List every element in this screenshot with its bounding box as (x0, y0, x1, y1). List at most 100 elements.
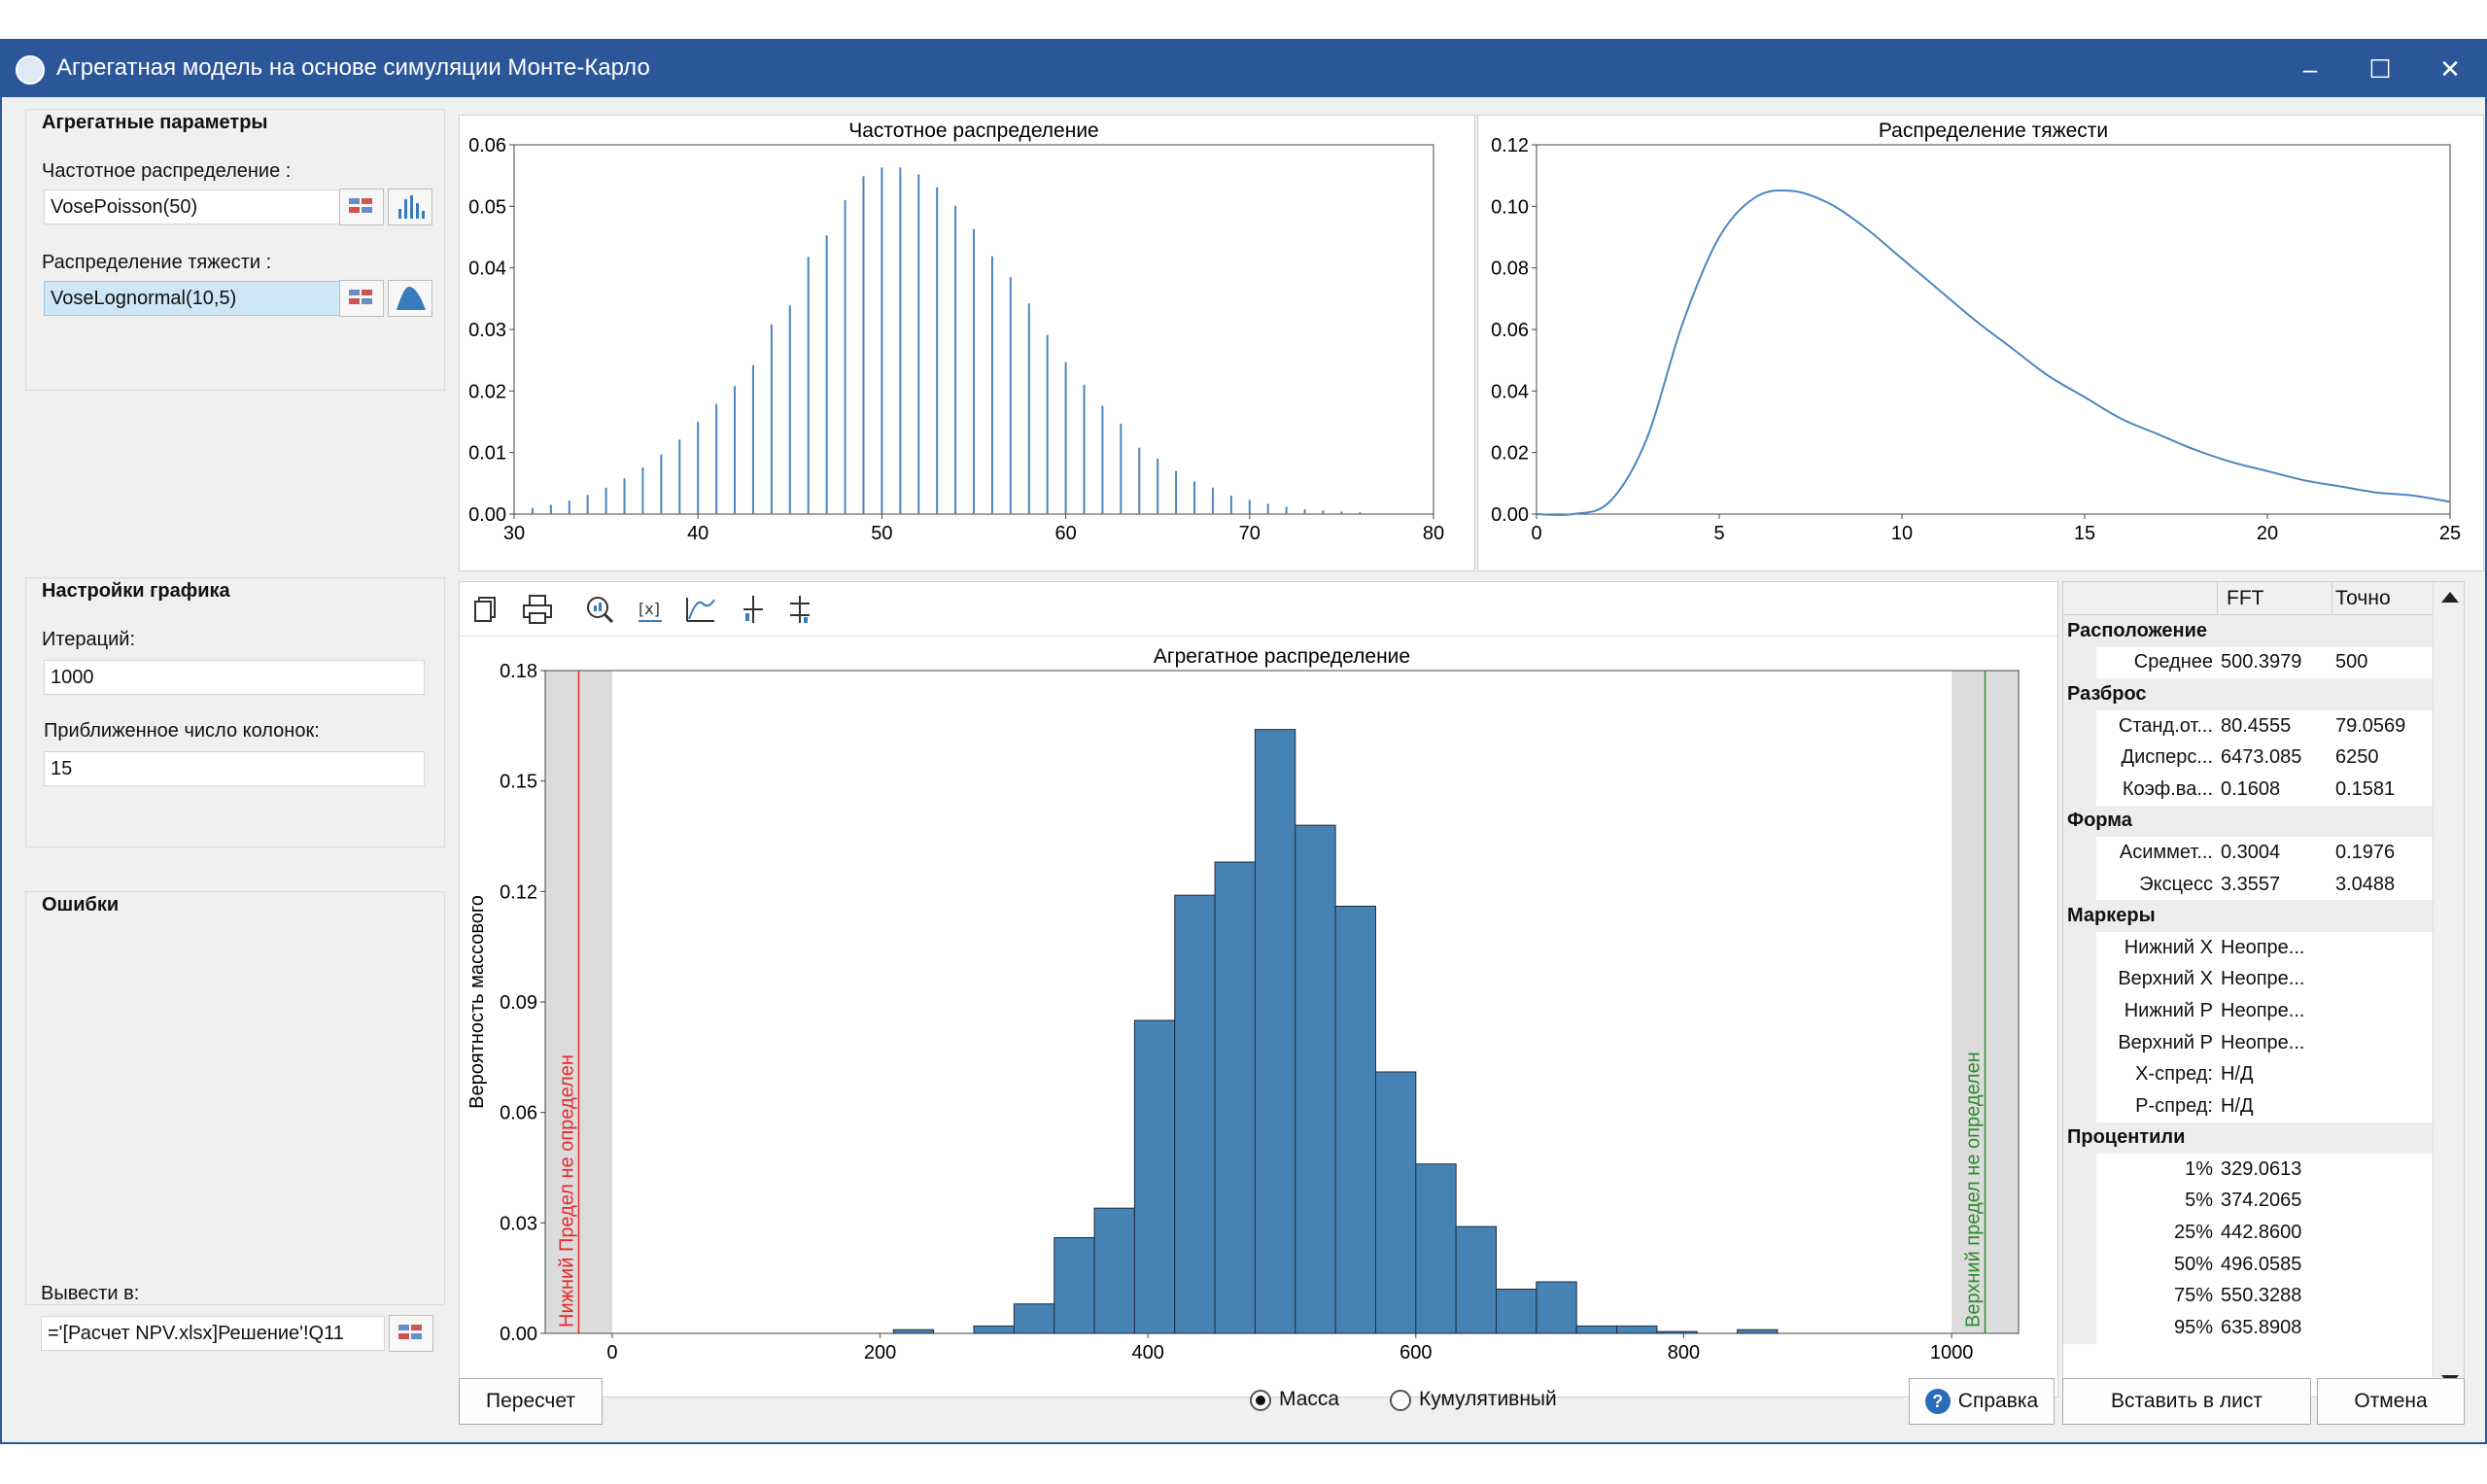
stats-section-row[interactable]: Маркеры (2063, 900, 2433, 932)
y-axis-label: Вероятность массового (466, 895, 488, 1109)
stats-row[interactable]: Дисперс... 6473.085 6250 (2063, 742, 2433, 774)
y-tick-label: 0.00 (468, 504, 506, 526)
stats-fft-value: Неопре... (2221, 968, 2305, 990)
stats-row-gutter (2063, 837, 2096, 869)
x-tick-label: 0 (606, 1342, 617, 1363)
histogram-bar (1656, 1330, 1698, 1334)
y-tick-label: 0.03 (468, 320, 506, 341)
header-fft[interactable]: FFT (2227, 587, 2263, 610)
stats-row[interactable]: X-спред: Н/Д (2063, 1058, 2433, 1090)
stats-header: FFT Точно (2063, 582, 2433, 615)
columns-input[interactable]: 15 (44, 751, 425, 786)
y-tick-label: 0.04 (468, 259, 506, 280)
stats-row-label: Среднее (2133, 651, 2213, 673)
stats-row-label: Эксцесс (2139, 873, 2213, 895)
minimize-button[interactable]: – (2275, 41, 2345, 97)
recalc-button[interactable]: Пересчет (459, 1378, 603, 1425)
frequency-label: Частотное распределение : (42, 160, 292, 182)
zoom-icon[interactable] (580, 590, 619, 629)
severity-plot-button[interactable] (388, 280, 432, 317)
stats-row[interactable]: Нижний X Неопре... (2063, 931, 2433, 964)
help-button[interactable]: ? Справка (1909, 1378, 2055, 1425)
stats-section-row[interactable]: Расположение (2063, 615, 2433, 647)
severity-curve (1536, 189, 2451, 516)
stats-row[interactable]: Эксцесс 3.3557 3.0488 (2063, 868, 2433, 901)
output-label: Вывести в: (41, 1283, 140, 1304)
stats-row-gutter (2063, 709, 2096, 742)
stats-row-label: 50% (2173, 1253, 2213, 1275)
iterations-input[interactable]: 1000 (44, 660, 425, 695)
stats-row[interactable]: Среднее 500.3979 500 (2063, 646, 2433, 679)
histogram-bar (1295, 824, 1336, 1334)
copy-icon[interactable] (467, 590, 506, 629)
stats-fft-value: 3.3557 (2221, 873, 2281, 895)
y-tick-label: 0.01 (468, 443, 506, 465)
stats-scrollbar[interactable] (2433, 582, 2464, 1397)
stats-row-label: Асиммет... (2119, 841, 2213, 863)
stats-row[interactable]: 5% 374.2065 (2063, 1185, 2433, 1218)
lower-marker-icon[interactable] (734, 590, 773, 629)
histogram-bar (892, 1329, 935, 1334)
stats-row[interactable]: 75% 550.3288 (2063, 1280, 2433, 1313)
stats-row[interactable]: Коэф.ва... 0.1608 0.1581 (2063, 773, 2433, 806)
histogram-bar (1093, 1207, 1135, 1334)
stats-section-row[interactable]: Форма (2063, 805, 2433, 838)
close-button[interactable]: ✕ (2415, 41, 2485, 97)
stats-section-row[interactable]: Процентили (2063, 1122, 2433, 1155)
x-tick-label: 80 (1423, 523, 1444, 544)
stats-exact-value (2332, 1186, 2433, 1218)
stats-exact-value (2332, 1312, 2433, 1344)
cumulative-label: Кумулятивный (1419, 1388, 1557, 1410)
frequency-select-button[interactable] (339, 189, 384, 225)
cancel-button[interactable]: Отмена (2317, 1378, 2465, 1425)
stats-row[interactable]: Асиммет... 0.3004 0.1976 (2063, 837, 2433, 869)
stats-body: Расположение Среднее 500.3979 500 Разброс Ста… (2063, 615, 2433, 1397)
print-icon[interactable] (518, 590, 557, 629)
upper-marker-icon[interactable] (780, 590, 819, 629)
histogram-bar (1415, 1163, 1457, 1334)
output-cell-input[interactable]: ='[Расчет NPV.xlsx]Решение'!Q11 (41, 1316, 385, 1351)
mass-radio[interactable] (1250, 1390, 1271, 1411)
histogram-bar (1254, 729, 1296, 1334)
curve-settings-icon[interactable] (681, 590, 720, 629)
output-select-button[interactable] (389, 1315, 433, 1352)
y-tick-label: 0.12 (500, 881, 537, 903)
severity-select-button[interactable] (339, 280, 384, 317)
select-cell-icon (398, 1325, 422, 1339)
histogram-bar (1374, 1071, 1417, 1334)
header-exact[interactable]: Точно (2335, 587, 2391, 610)
stats-row[interactable]: 1% 329.0613 (2063, 1154, 2433, 1186)
stats-row[interactable]: P-спред: Н/Д (2063, 1089, 2433, 1122)
stats-row[interactable]: 50% 496.0585 (2063, 1248, 2433, 1281)
y-tick-label: 0.15 (500, 772, 537, 793)
stats-row[interactable]: 25% 442.8600 (2063, 1217, 2433, 1249)
axis-settings-icon[interactable]: [x] (631, 590, 670, 629)
maximize-button[interactable]: ☐ (2345, 41, 2415, 97)
frequency-input[interactable]: VosePoisson(50) (44, 190, 361, 224)
stats-exact-value: 500 (2335, 651, 2368, 673)
stats-section-row[interactable]: Разброс (2063, 678, 2433, 710)
stats-exact-value: 0.1976 (2335, 841, 2396, 863)
severity-input[interactable]: VoseLognormal(10,5) (44, 281, 361, 316)
stats-row[interactable]: Верхний X Неопре... (2063, 963, 2433, 996)
y-tick-label: 0.04 (1491, 381, 1529, 402)
cumulative-radio[interactable] (1390, 1390, 1411, 1411)
stats-row[interactable]: Нижний P Неопре... (2063, 995, 2433, 1027)
stats-exact-value: 3.0488 (2335, 873, 2396, 895)
stats-row[interactable]: Станд.от... 80.4555 79.0569 (2063, 709, 2433, 742)
stats-exact-value: 0.1581 (2335, 777, 2396, 800)
chart-title: Агрегатное распределение (1154, 645, 1410, 668)
stats-row-gutter (2063, 1154, 2096, 1186)
x-tick-label: 25 (2439, 523, 2461, 544)
stats-row-label: 5% (2185, 1190, 2213, 1212)
histogram-bar (1616, 1325, 1658, 1334)
stats-row-label: 75% (2173, 1285, 2213, 1307)
insert-button[interactable]: Вставить в лист (2062, 1378, 2311, 1425)
stats-row[interactable]: 95% 635.8908 (2063, 1312, 2433, 1344)
scroll-up-icon[interactable] (2441, 592, 2459, 603)
frequency-plot-button[interactable] (388, 189, 432, 225)
y-tick-label: 0.05 (468, 196, 506, 218)
stats-row-label: Дисперс... (2121, 746, 2213, 769)
y-tick-label: 0.00 (1491, 504, 1529, 526)
stats-row[interactable]: Верхний P Неопре... (2063, 1026, 2433, 1059)
